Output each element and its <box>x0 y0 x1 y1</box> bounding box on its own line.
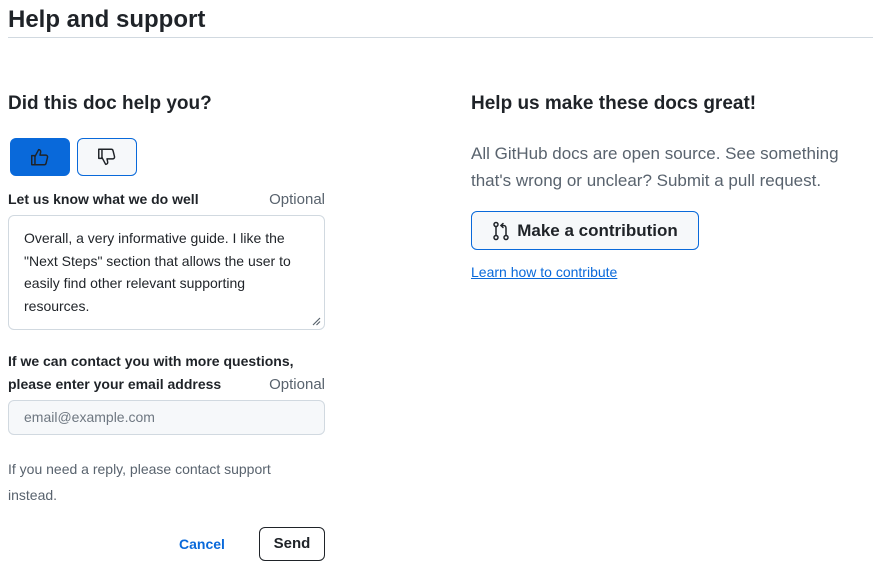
comment-textarea[interactable]: Overall, a very informative guide. I lik… <box>8 215 325 330</box>
resize-handle-icon[interactable] <box>311 316 321 326</box>
comment-label: Let us know what we do well <box>8 191 199 207</box>
make-contribution-label: Make a contribution <box>517 220 678 240</box>
learn-how-to-contribute-link[interactable]: Learn how to contribute <box>471 262 617 282</box>
help-support-page: Help and support Did this doc help you? … <box>0 0 873 567</box>
email-field[interactable]: email@example.com <box>8 400 325 435</box>
thumbs-down-button[interactable] <box>77 138 137 176</box>
comment-optional-hint: Optional <box>269 191 325 208</box>
contribute-description: All GitHub docs are open source. See som… <box>471 144 839 190</box>
comment-text: Overall, a very informative guide. I lik… <box>24 230 291 314</box>
email-label-line-2: please enter your email address <box>8 376 222 392</box>
title-divider <box>8 37 873 38</box>
contribute-heading: Help us make these docs great! <box>471 93 757 114</box>
thumbs-up-button[interactable] <box>10 138 70 176</box>
thumbs-up-icon <box>31 148 49 166</box>
email-optional-hint: Optional <box>269 376 325 393</box>
thumbs-down-icon <box>98 148 116 166</box>
feedback-heading: Did this doc help you? <box>8 93 212 114</box>
send-button[interactable]: Send <box>259 527 325 561</box>
make-contribution-button[interactable]: Make a contribution <box>471 211 699 250</box>
cancel-button[interactable]: Cancel <box>172 530 232 558</box>
support-note: If you need a reply, please contact supp… <box>8 461 271 503</box>
email-placeholder: email@example.com <box>24 409 155 425</box>
git-pull-request-icon <box>493 221 509 240</box>
page-title: Help and support <box>8 6 206 33</box>
email-label-line-1: If we can contact you with more question… <box>8 353 294 369</box>
